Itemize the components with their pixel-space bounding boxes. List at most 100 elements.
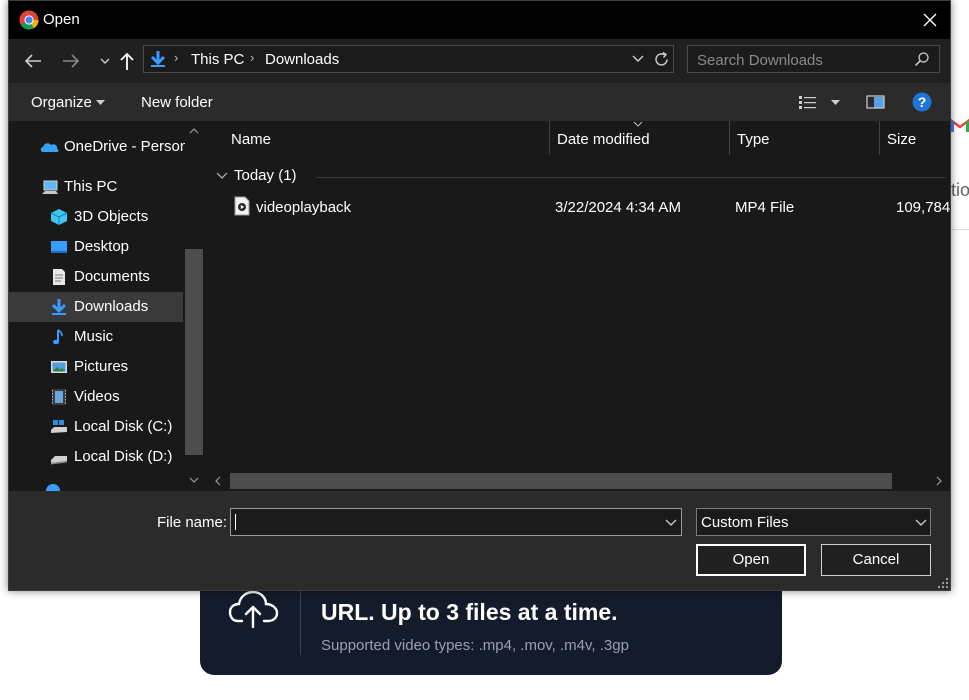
group-collapse-chevron-icon[interactable] (216, 172, 228, 180)
column-header-size[interactable]: Size (887, 131, 916, 148)
view-options-icon[interactable] (798, 94, 818, 110)
nav-item-music[interactable]: Music (9, 322, 183, 352)
preview-pane-icon[interactable] (866, 94, 885, 110)
nav-item-label: Local Disk (C:) (74, 418, 173, 435)
dialog-footer: File name: Custom Files Open Cancel (9, 491, 950, 590)
nav-item-pictures[interactable]: Pictures (9, 352, 183, 382)
nav-item-local-disk-c[interactable]: Local Disk (C:) (9, 412, 183, 442)
upload-supported-types: Supported video types: .mp4, .mov, .m4v,… (321, 637, 629, 654)
nav-item-videos[interactable]: Videos (9, 382, 183, 412)
file-list-horizontal-scrollbar[interactable] (206, 471, 950, 491)
file-type-select[interactable]: Custom Files (696, 508, 931, 536)
breadcrumb-this-pc[interactable]: This PC (191, 51, 244, 68)
file-date-modified: 3/22/2024 4:34 AM (555, 199, 681, 216)
pc-icon (42, 180, 58, 194)
nav-item-this-pc[interactable]: This PC (9, 172, 183, 202)
title-bar[interactable]: Open (9, 1, 950, 39)
file-name-combobox[interactable] (230, 508, 682, 537)
network-icon (46, 484, 60, 491)
refresh-icon[interactable] (653, 51, 670, 68)
column-separator[interactable] (729, 121, 730, 155)
nav-item-label: Documents (74, 268, 150, 285)
videos-icon (52, 389, 66, 405)
cancel-button[interactable]: Cancel (821, 544, 931, 576)
nav-item-documents[interactable]: Documents (9, 262, 183, 292)
scroll-down-icon[interactable] (189, 476, 199, 484)
nav-item-desktop[interactable]: Desktop (9, 232, 183, 262)
address-history-chevron-icon[interactable] (632, 54, 644, 64)
search-icon[interactable] (914, 51, 930, 67)
column-separator[interactable] (879, 121, 880, 155)
open-button[interactable]: Open (696, 544, 806, 576)
open-file-dialog: Open › This PC › Downloads Search Downlo… (8, 0, 951, 591)
column-header-type[interactable]: Type (737, 131, 770, 148)
file-name-input[interactable] (231, 509, 659, 537)
file-type-dropdown-chevron-icon[interactable] (915, 519, 927, 527)
disk-icon (51, 456, 67, 465)
nav-item-local-disk-d[interactable]: Local Disk (D:) (9, 442, 183, 472)
command-toolbar: Organize New folder ? (9, 83, 950, 121)
scroll-up-icon[interactable] (189, 127, 199, 135)
text-caret (235, 514, 236, 530)
new-folder-button[interactable]: New folder (141, 94, 213, 111)
table-row[interactable]: videoplayback 3/22/2024 4:34 AM MP4 File… (216, 193, 950, 221)
documents-icon (53, 269, 65, 285)
address-bar[interactable]: › This PC › Downloads (143, 45, 674, 73)
file-size: 109,784 (896, 199, 951, 216)
nav-pane-scrollbar[interactable] (185, 121, 203, 491)
up-arrow-icon[interactable] (115, 49, 139, 73)
forward-arrow-icon[interactable] (59, 49, 83, 73)
downloads-icon (51, 299, 67, 315)
search-input[interactable] (688, 46, 919, 74)
resize-grip-icon[interactable] (937, 577, 949, 589)
dialog-title: Open (43, 11, 80, 28)
breadcrumb-separator-icon: › (174, 50, 179, 65)
file-type-value: Custom Files (701, 514, 789, 531)
sort-indicator-icon (633, 121, 643, 127)
recent-locations-chevron-icon[interactable] (93, 49, 117, 73)
group-divider (316, 177, 946, 178)
view-options-dropdown-icon[interactable] (831, 100, 840, 106)
file-name-label: File name: (157, 514, 228, 531)
disk-icon (51, 420, 67, 433)
3d-objects-icon (50, 209, 68, 225)
downloads-folder-icon (150, 51, 166, 67)
column-header-name[interactable]: Name (231, 131, 271, 148)
column-separator[interactable] (549, 121, 550, 155)
scroll-left-icon[interactable] (214, 476, 222, 486)
upload-divider (300, 587, 301, 655)
navigation-row: › This PC › Downloads (9, 39, 950, 83)
back-arrow-icon[interactable] (21, 49, 45, 73)
file-list-scroll-thumb[interactable] (230, 473, 892, 489)
nav-item-label: Pictures (74, 358, 129, 375)
organize-dropdown-icon[interactable] (96, 100, 105, 106)
nav-item-3d-objects[interactable]: 3D Objects (9, 202, 183, 232)
nav-item-label: Music (74, 328, 114, 345)
nav-item-onedrive[interactable]: OneDrive - Person (9, 132, 188, 162)
scroll-right-icon[interactable] (935, 476, 943, 486)
breadcrumb-separator-icon: › (250, 50, 255, 65)
music-icon (53, 329, 63, 345)
nav-item-label: OneDrive - Person (64, 138, 189, 155)
breadcrumb-downloads[interactable]: Downloads (265, 51, 339, 68)
nav-item-label: Downloads (74, 298, 149, 315)
file-list: Name Date modified Type Size Today (1) v… (206, 121, 950, 491)
chrome-icon (19, 10, 39, 30)
svg-text:?: ? (918, 94, 927, 110)
gmail-icon[interactable] (951, 118, 969, 134)
background-partial-text: tio (951, 180, 969, 200)
file-name-dropdown-chevron-icon[interactable] (665, 519, 677, 527)
column-header-date-modified[interactable]: Date modified (557, 131, 650, 148)
help-icon[interactable]: ? (912, 92, 932, 112)
search-box[interactable] (687, 45, 940, 74)
nav-pane-scroll-thumb[interactable] (185, 249, 203, 455)
nav-item-downloads[interactable]: Downloads (9, 292, 183, 322)
pictures-icon (51, 361, 67, 373)
navigation-pane: OneDrive - Person This PC 3D Objects Des… (9, 121, 206, 491)
group-header-today[interactable]: Today (1) (216, 167, 946, 187)
group-label: Today (1) (234, 167, 297, 184)
cloud-upload-icon (228, 590, 279, 629)
close-icon[interactable] (915, 5, 945, 35)
organize-menu[interactable]: Organize (31, 94, 92, 111)
background-divider (951, 229, 969, 230)
